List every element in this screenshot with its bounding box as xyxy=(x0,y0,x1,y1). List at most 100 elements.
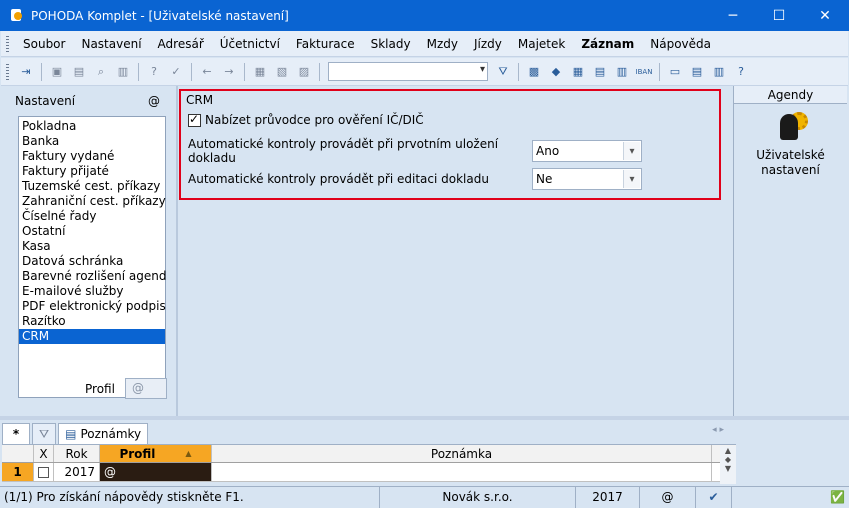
document-icon[interactable]: ▤ xyxy=(688,63,706,81)
tag-icon[interactable]: ◆ xyxy=(547,63,565,81)
list-item-pokladna[interactable]: Pokladna xyxy=(19,119,165,134)
status-year: 2017 xyxy=(576,486,640,508)
first-save-check-select[interactable]: Ano ▾ xyxy=(532,140,642,162)
column-x[interactable]: X xyxy=(34,445,54,462)
row-profil-cell[interactable]: @ xyxy=(100,463,212,481)
menu-ucetnictvi[interactable]: Účetnictví xyxy=(212,37,288,51)
calendar-icon[interactable]: ▩ xyxy=(525,63,543,81)
tab-main[interactable]: * xyxy=(2,423,30,444)
horizontal-splitter[interactable] xyxy=(0,416,849,420)
list-item-tuzemske-cest-prikazy[interactable]: Tuzemské cest. příkazy xyxy=(19,179,165,194)
chevron-down-icon[interactable]: ▾ xyxy=(623,170,640,188)
menu-adresar[interactable]: Adresář xyxy=(150,37,212,51)
filter-icon[interactable]: ⛛ xyxy=(494,63,512,81)
quick-filter-combo[interactable] xyxy=(328,62,488,81)
table-row[interactable]: 1 2017 @ xyxy=(2,463,736,482)
scroll-up-icon[interactable]: ▲ xyxy=(725,446,731,455)
tab-notes[interactable]: ▤ Poznámky xyxy=(58,423,149,444)
list-item-crm[interactable]: CRM xyxy=(19,329,165,344)
edit-check-value: Ne xyxy=(536,172,553,186)
clipboard-icon[interactable]: ▨ xyxy=(295,63,313,81)
list-item-banka[interactable]: Banka xyxy=(19,134,165,149)
list-item-kasa[interactable]: Kasa xyxy=(19,239,165,254)
row-x-checkbox[interactable] xyxy=(38,466,49,478)
menubar-grip[interactable] xyxy=(6,35,9,52)
status-ok-icon[interactable]: ✅ xyxy=(732,487,849,508)
menu-soubor[interactable]: Soubor xyxy=(15,37,73,51)
list-item-faktury-prijate[interactable]: Faktury přijaté xyxy=(19,164,165,179)
scroll-down-icon[interactable]: ▼ xyxy=(725,464,731,473)
agenda-label-line1: Uživatelské xyxy=(756,148,825,162)
chevron-down-icon[interactable]: ▾ xyxy=(623,142,640,160)
menu-majetek[interactable]: Majetek xyxy=(510,37,573,51)
list-item-ostatni[interactable]: Ostatní xyxy=(19,224,165,239)
user-settings-icon[interactable] xyxy=(774,110,808,144)
profile-input[interactable]: @ xyxy=(125,378,167,399)
row-number[interactable]: 1 xyxy=(2,463,34,481)
calculator-icon[interactable]: ▦ xyxy=(569,63,587,81)
row-poznamka-cell[interactable] xyxy=(212,463,712,481)
list-item-ciselne-rady[interactable]: Číselné řady xyxy=(19,209,165,224)
iban-icon[interactable]: IBAN xyxy=(635,63,653,81)
menu-sklady[interactable]: Sklady xyxy=(363,37,419,51)
row-header-corner xyxy=(2,445,34,462)
menu-mzdy[interactable]: Mzdy xyxy=(419,37,466,51)
title-bar: POHODA Komplet - [Uživatelské nastavení]… xyxy=(0,0,849,31)
forward-icon[interactable]: → xyxy=(220,63,238,81)
verify-ico-dic-row[interactable]: Nabízet průvodce pro ověření IČ/DIČ xyxy=(188,112,424,127)
user-settings-agenda-label[interactable]: Uživatelské nastavení xyxy=(734,148,847,178)
note-icon[interactable]: ▥ xyxy=(710,63,728,81)
save-all-icon[interactable]: ▧ xyxy=(273,63,291,81)
list-item-datova-schranka[interactable]: Datová schránka xyxy=(19,254,165,269)
copy-record-icon[interactable]: ▤ xyxy=(70,63,88,81)
scroll-mid-icon[interactable]: ◆ xyxy=(725,455,731,464)
edit-check-select[interactable]: Ne ▾ xyxy=(532,168,642,190)
menu-napoveda[interactable]: Nápověda xyxy=(642,37,719,51)
vertical-splitter[interactable] xyxy=(176,86,178,416)
minimize-button[interactable]: ─ xyxy=(710,1,756,31)
menu-jizdy[interactable]: Jízdy xyxy=(466,37,510,51)
tab-filter[interactable]: ⛛ xyxy=(32,423,57,444)
menu-zaznam[interactable]: Záznam xyxy=(573,37,642,51)
menu-nastaveni[interactable]: Nastavení xyxy=(73,37,149,51)
maximize-button[interactable]: ☐ xyxy=(756,1,802,31)
column-poznamka[interactable]: Poznámka xyxy=(212,445,712,462)
toolbar-grip[interactable] xyxy=(6,63,9,80)
verify-ico-dic-label: Nabízet průvodce pro ověření IČ/DIČ xyxy=(205,113,424,127)
calculator-alt-icon[interactable]: ▤ xyxy=(591,63,609,81)
list-item-emailove-sluzby[interactable]: E-mailové služby xyxy=(19,284,165,299)
close-button[interactable]: ✕ xyxy=(802,1,848,31)
find-icon[interactable]: ⌕ xyxy=(92,63,110,81)
help-icon[interactable]: ? xyxy=(145,63,163,81)
notes-icon: ▤ xyxy=(65,427,77,441)
save-icon[interactable]: ▦ xyxy=(251,63,269,81)
row-rok-cell[interactable]: 2017 xyxy=(54,463,100,481)
toolbar: ⇥ ▣ ▤ ⌕ ▥ ? ✓ ← → ▦ ▧ ▨ ⛛ ▩ ◆ ▦ ▤ ▥ IBAN… xyxy=(1,58,848,86)
exit-icon[interactable]: ⇥ xyxy=(17,63,35,81)
column-profil[interactable]: Profil ▲ xyxy=(100,445,212,462)
grid-scrollbar[interactable]: ▲ ◆ ▼ xyxy=(720,446,736,484)
back-icon[interactable]: ← xyxy=(198,63,216,81)
status-check-icon[interactable]: ✔ xyxy=(696,486,732,508)
print-icon[interactable]: ▥ xyxy=(114,63,132,81)
check-icon[interactable]: ✓ xyxy=(167,63,185,81)
building-icon[interactable]: ▥ xyxy=(613,63,631,81)
list-item-razitko[interactable]: Razítko xyxy=(19,314,165,329)
window-title: POHODA Komplet - [Uživatelské nastavení] xyxy=(31,8,289,23)
list-item-pdf-podpis[interactable]: PDF elektronický podpis xyxy=(19,299,166,314)
list-item-barevne-rozliseni[interactable]: Barevné rozlišení agend xyxy=(19,269,167,284)
context-help-icon[interactable]: ? xyxy=(732,63,750,81)
column-rok[interactable]: Rok xyxy=(54,445,100,462)
list-item-faktury-vydane[interactable]: Faktury vydané xyxy=(19,149,165,164)
toolbar-separator xyxy=(319,62,320,81)
menu-fakturace[interactable]: Fakturace xyxy=(288,37,363,51)
bottom-tabbar: * ⛛ ▤ Poznámky ◂ ▸ xyxy=(2,421,736,445)
row-x-cell[interactable] xyxy=(34,463,54,481)
message-icon[interactable]: ▭ xyxy=(666,63,684,81)
pohoda-app-icon xyxy=(9,8,25,24)
verify-ico-dic-checkbox[interactable] xyxy=(188,112,201,127)
list-item-zahranicni-cest-prikazy[interactable]: Zahraniční cest. příkazy xyxy=(19,194,166,209)
tab-scroll-arrows[interactable]: ◂ ▸ xyxy=(712,425,724,435)
crm-settings-box: CRM Nabízet průvodce pro ověření IČ/DIČ … xyxy=(179,89,721,200)
new-record-icon[interactable]: ▣ xyxy=(48,63,66,81)
